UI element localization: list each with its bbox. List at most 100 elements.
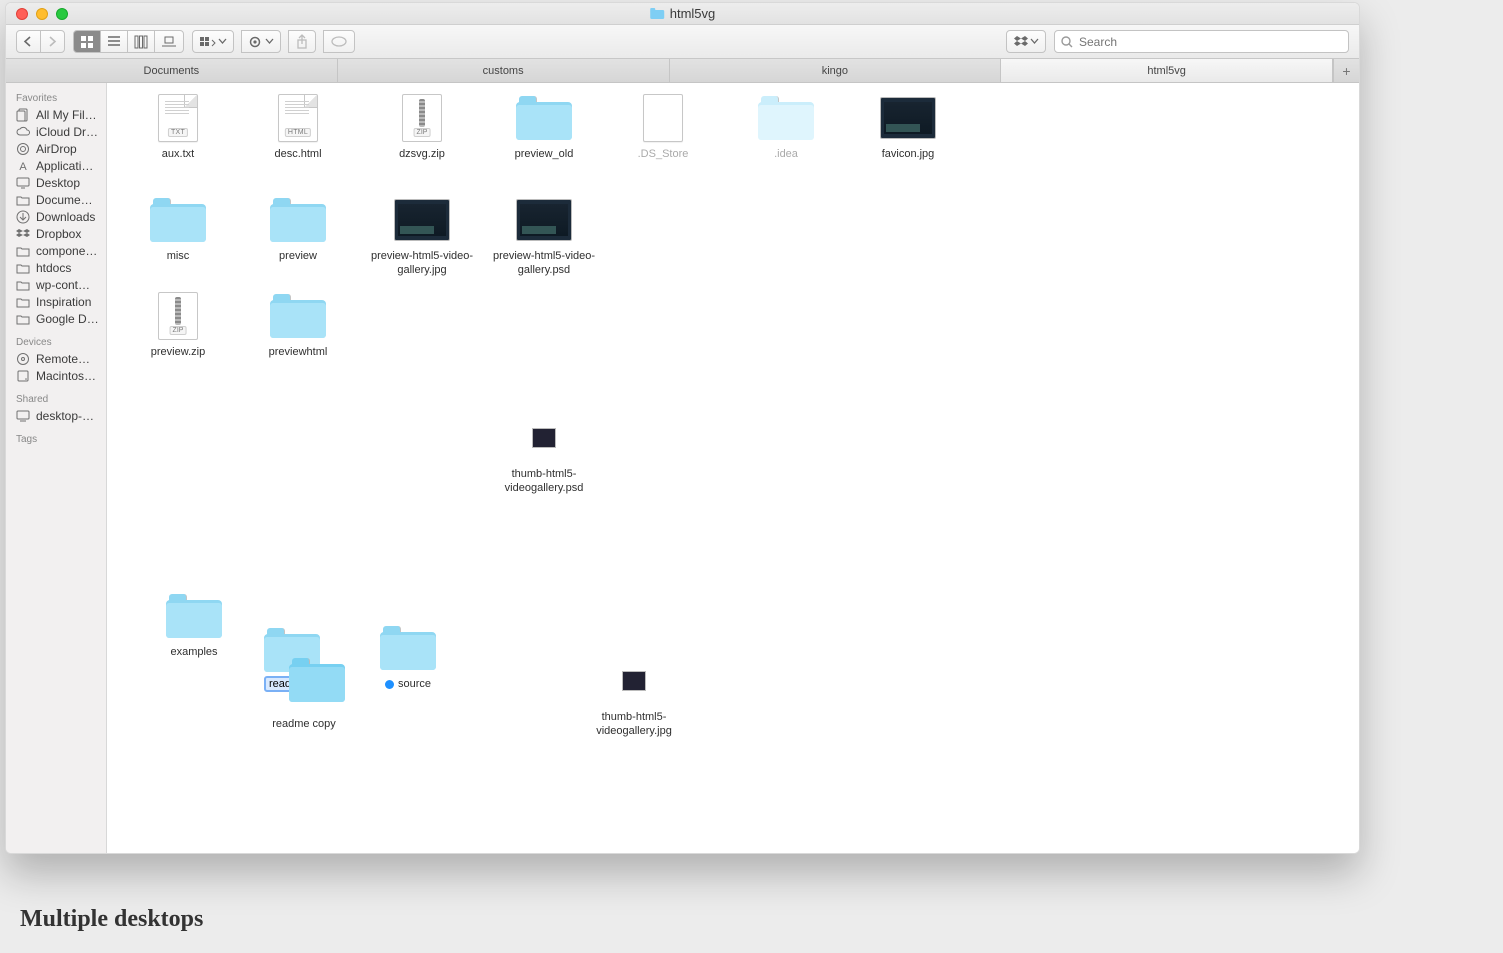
file-item[interactable]: readme readme copy <box>244 623 364 733</box>
view-icons-button[interactable] <box>73 30 101 53</box>
file-label: thumb-html5-videogallery.psd <box>489 467 599 497</box>
action-button[interactable] <box>241 30 281 53</box>
sidebar-item[interactable]: Google D… <box>6 310 106 327</box>
close-button[interactable] <box>16 8 28 20</box>
file-label: preview-html5-video-gallery.jpg <box>367 249 477 279</box>
sidebar-item[interactable]: Macintos… <box>6 367 106 384</box>
back-button[interactable] <box>16 30 41 53</box>
view-columns-button[interactable] <box>127 30 155 53</box>
sidebar-item[interactable]: Remote… <box>6 350 106 367</box>
nav-buttons <box>16 30 65 53</box>
sidebar-item[interactable]: A Applicati… <box>6 157 106 174</box>
file-item[interactable]: thumb-html5-videogallery.jpg <box>574 656 694 740</box>
dropbox-button[interactable] <box>1006 30 1046 53</box>
file-label: .DS_Store <box>636 147 691 163</box>
file-icon <box>633 93 693 143</box>
sidebar-section-title: Shared <box>6 392 106 407</box>
apps-icon: A <box>16 159 30 173</box>
finder-window: html5vg <box>5 2 1360 854</box>
sidebar-item[interactable]: Dropbox <box>6 225 106 242</box>
sidebar-item-label: Inspiration <box>36 295 91 309</box>
file-item[interactable]: examples <box>134 591 254 661</box>
file-icon: TXT <box>148 93 208 143</box>
share-button[interactable] <box>288 30 316 53</box>
file-label: aux.txt <box>160 147 196 163</box>
sidebar-item[interactable]: AirDrop <box>6 140 106 157</box>
search-field[interactable] <box>1054 30 1349 53</box>
coverflow-icon <box>162 36 176 48</box>
file-icon <box>756 93 816 143</box>
arrange-button[interactable] <box>192 30 234 53</box>
file-icon <box>148 195 208 245</box>
tab-documents[interactable]: Documents <box>6 59 338 82</box>
titlebar: html5vg <box>6 3 1359 25</box>
sidebar-item[interactable]: htdocs <box>6 259 106 276</box>
new-tab-button[interactable]: + <box>1333 59 1359 82</box>
minimize-button[interactable] <box>36 8 48 20</box>
tab-kingo[interactable]: kingo <box>670 59 1002 82</box>
window-controls <box>6 8 68 20</box>
sidebar-item[interactable]: wp-cont… <box>6 276 106 293</box>
sidebar-item-label: All My Fil… <box>36 108 97 122</box>
svg-text:A: A <box>19 161 27 173</box>
sidebar-item-label: AirDrop <box>36 142 77 156</box>
file-area[interactable]: TXT aux.txt HTMLdesc.htmlZIPdzsvg.zip previ… <box>107 83 1359 853</box>
sidebar: FavoritesAll My Fil…iCloud Dr…AirDropAAp… <box>6 83 107 853</box>
file-icon <box>514 93 574 143</box>
forward-button[interactable] <box>40 30 65 53</box>
cloud-icon <box>16 125 30 139</box>
search-input[interactable] <box>1079 35 1342 49</box>
tab-customs[interactable]: customs <box>338 59 670 82</box>
file-item[interactable]: HTMLdesc.html <box>238 93 358 163</box>
view-coverflow-button[interactable] <box>154 30 184 53</box>
sidebar-item-label: iCloud Dr… <box>36 125 98 139</box>
file-item[interactable]: favicon.jpg <box>848 93 968 163</box>
sidebar-item-label: htdocs <box>36 261 71 275</box>
file-item[interactable]: source <box>348 623 468 693</box>
sidebar-item-label: Applicati… <box>36 159 93 173</box>
file-item[interactable]: ZIPpreview.zip <box>118 291 238 361</box>
file-icon <box>164 591 224 641</box>
file-icon <box>514 413 574 463</box>
file-item[interactable]: misc <box>118 195 238 265</box>
sidebar-item-label: Docume… <box>36 193 93 207</box>
file-icon <box>604 656 664 706</box>
sidebar-item-label: Dropbox <box>36 227 81 241</box>
view-mode-group <box>73 30 184 53</box>
file-item[interactable]: previewhtml <box>238 291 358 361</box>
file-icon: HTML <box>268 93 328 143</box>
sidebar-item[interactable]: Docume… <box>6 191 106 208</box>
file-item[interactable]: ZIPdzsvg.zip <box>362 93 482 163</box>
maximize-button[interactable] <box>56 8 68 20</box>
window-title: html5vg <box>650 6 716 21</box>
sidebar-item[interactable]: All My Fil… <box>6 106 106 123</box>
tab-html5vg[interactable]: html5vg <box>1001 59 1333 82</box>
file-item[interactable]: thumb-html5-videogallery.psd <box>484 413 604 497</box>
sidebar-item[interactable]: Inspiration <box>6 293 106 310</box>
file-item[interactable]: .idea <box>726 93 846 163</box>
sidebar-item[interactable]: iCloud Dr… <box>6 123 106 140</box>
file-label: preview <box>277 249 319 265</box>
chevron-right-icon <box>48 37 57 46</box>
sidebar-item[interactable]: Downloads <box>6 208 106 225</box>
file-label: preview-html5-video-gallery.psd <box>489 249 599 279</box>
sidebar-item[interactable]: desktop-… <box>6 407 106 424</box>
file-item[interactable]: TXT aux.txt <box>118 93 238 163</box>
sidebar-item-label: Macintos… <box>36 369 96 383</box>
file-item[interactable]: preview_old <box>484 93 604 163</box>
file-item[interactable]: preview <box>238 195 358 265</box>
file-item[interactable]: preview-html5-video-gallery.psd <box>484 195 604 279</box>
view-list-button[interactable] <box>100 30 128 53</box>
share-icon <box>296 35 308 49</box>
file-item[interactable]: .DS_Store <box>603 93 723 163</box>
file-icon <box>378 623 438 673</box>
file-item[interactable]: preview-html5-video-gallery.jpg <box>362 195 482 279</box>
chevron-left-icon <box>24 37 33 46</box>
sidebar-item-label: Desktop <box>36 176 80 190</box>
tag-dot-icon <box>385 680 394 689</box>
sidebar-item-label: compone… <box>36 244 97 258</box>
sidebar-item[interactable]: Desktop <box>6 174 106 191</box>
sidebar-item[interactable]: compone… <box>6 242 106 259</box>
tags-button[interactable] <box>323 30 355 53</box>
file-label: preview_old <box>513 147 576 163</box>
